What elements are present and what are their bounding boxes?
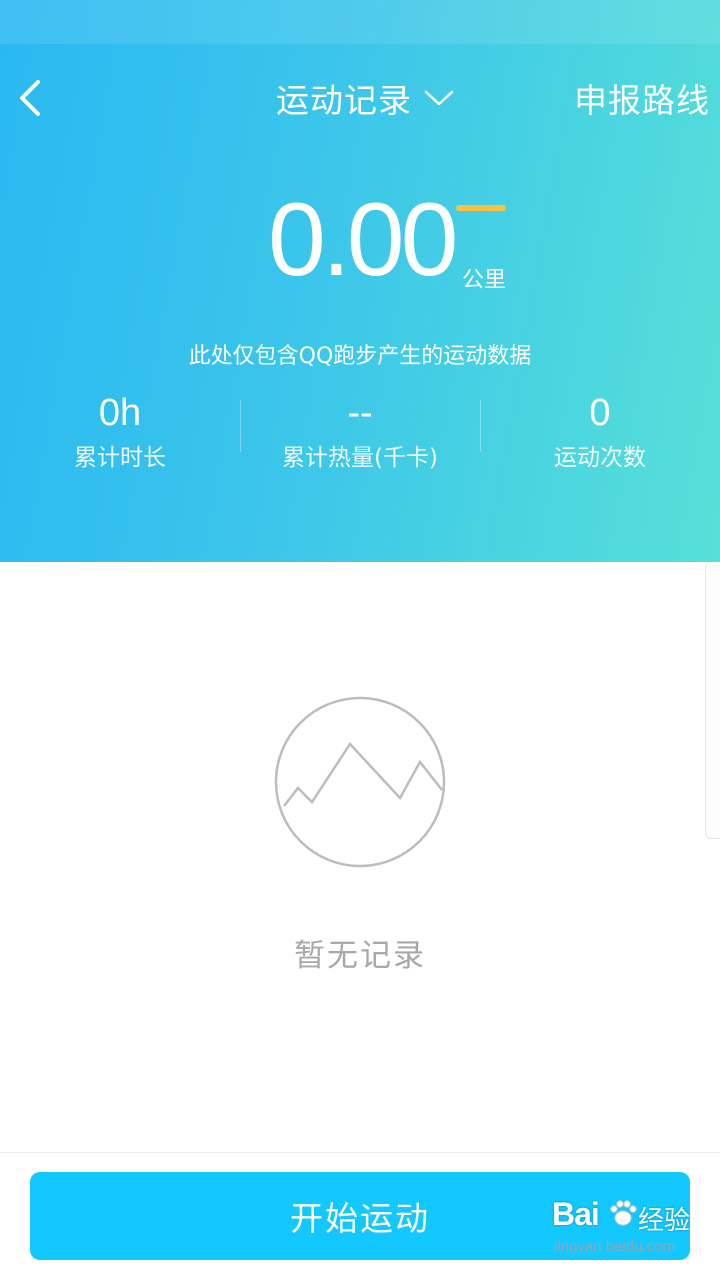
report-route-button[interactable]: 申报路线 xyxy=(574,70,710,126)
start-exercise-button[interactable]: 开始运动 xyxy=(30,1172,690,1260)
stat-label: 累计热量(千卡) xyxy=(282,445,438,471)
side-pull-tab[interactable] xyxy=(705,562,720,839)
page-title: 运动记录 xyxy=(276,81,412,120)
summary-header: 运动记录 申报路线 0.00 公里 此处仅包含QQ跑步产生的运动数据 0h 累计… xyxy=(0,0,720,562)
data-source-note: 此处仅包含QQ跑步产生的运动数据 xyxy=(188,344,532,369)
stat-duration: 0h 累计时长 xyxy=(0,392,240,472)
distance-unit: 公里 xyxy=(462,268,507,293)
empty-state-text: 暂无记录 xyxy=(294,938,426,974)
status-bar xyxy=(0,0,720,44)
stats-row: 0h 累计时长 -- 累计热量(千卡) 0 运动次数 xyxy=(0,392,720,472)
stat-label: 累计时长 xyxy=(74,445,166,471)
title-dropdown[interactable]: 运动记录 xyxy=(260,70,470,126)
chevron-left-icon xyxy=(20,80,40,116)
stat-label: 运动次数 xyxy=(554,445,646,471)
back-button[interactable] xyxy=(6,70,54,126)
mountain-icon xyxy=(272,694,448,870)
stat-value: -- xyxy=(347,392,373,434)
distance-value: 0.00 xyxy=(268,182,458,298)
unit-accent-dash xyxy=(456,205,506,211)
stat-calories: -- 累计热量(千卡) xyxy=(240,392,480,472)
chevron-down-icon xyxy=(424,89,454,107)
stat-value: 0 xyxy=(589,392,611,434)
stat-value: 0h xyxy=(98,392,142,434)
stat-count: 0 运动次数 xyxy=(480,392,720,472)
